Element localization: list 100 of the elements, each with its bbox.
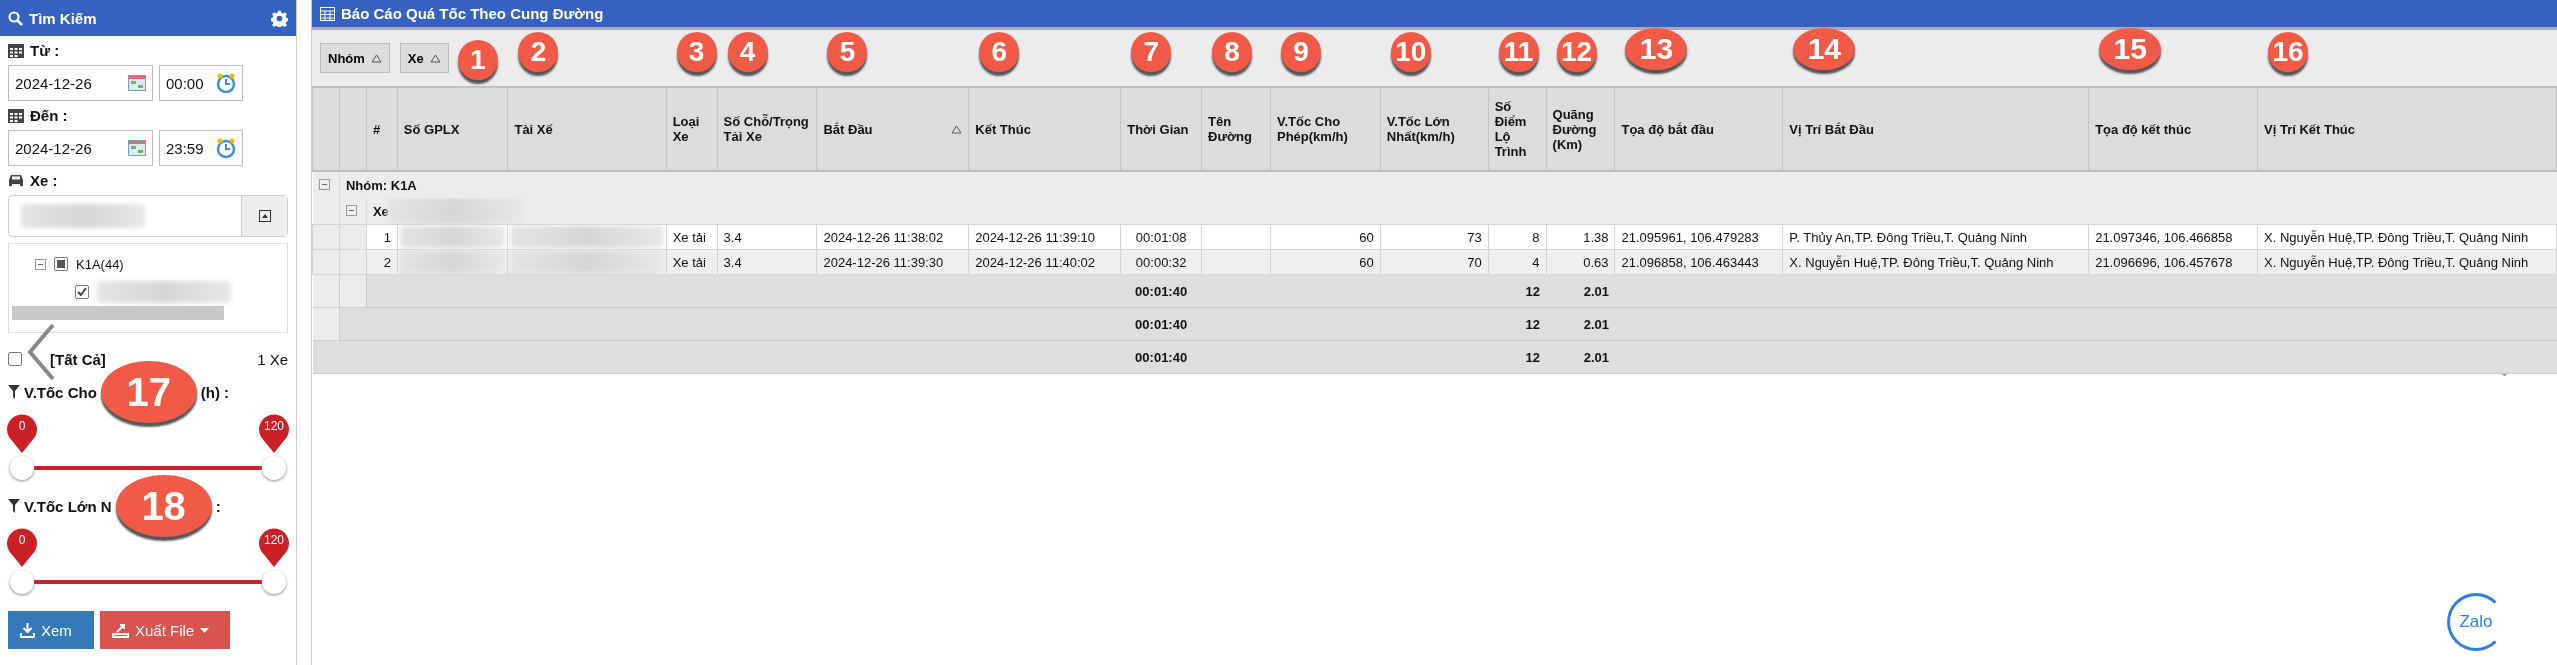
column-header[interactable]: Số GPLX <box>403 121 460 137</box>
table-cell: X. Nguyễn Huệ,TP. Đông Triều,T. Quảng Ninh <box>2257 224 2557 250</box>
summary-cell: 12 <box>1488 274 1547 308</box>
table-cell: 70 <box>1380 249 1489 275</box>
column-header[interactable]: Vị Trí Kết Thúc <box>2264 121 2356 137</box>
table-cell: 3.4 <box>717 249 817 275</box>
table-cell: 8 <box>1488 224 1547 250</box>
table-cell: 60 <box>1270 224 1381 250</box>
summary-cell: 2.01 <box>1546 274 1615 308</box>
car-icon <box>8 173 24 188</box>
group-label: Nhóm: K1A <box>345 177 418 193</box>
group-chip[interactable]: Xe <box>399 43 449 73</box>
table-cell: 1.38 <box>1546 224 1615 250</box>
value-pin <box>258 413 290 453</box>
pin-value: 0 <box>17 533 27 547</box>
collapse-button[interactable] <box>241 196 287 236</box>
export-button[interactable]: Xuất File <box>100 611 230 649</box>
time-field[interactable]: 00:00 <box>159 65 243 101</box>
summary-cell: 00:01:40 <box>1120 307 1202 341</box>
number-marker: 18 <box>115 475 212 537</box>
checkbox[interactable] <box>54 257 68 271</box>
vehicle-count: 1 Xe <box>257 350 288 368</box>
slider-label: V.Tốc Lớn N <box>24 497 112 515</box>
summary-cell: 2.01 <box>1546 307 1615 341</box>
column-header[interactable]: Tọa độ bắt đầu <box>1621 121 1714 137</box>
summary-cell: 12 <box>1488 340 1547 374</box>
slider-thumb[interactable] <box>10 570 34 594</box>
pin-value: 120 <box>263 419 285 433</box>
collapse-icon[interactable] <box>318 178 330 190</box>
slider-thumb[interactable] <box>10 456 34 480</box>
slider-thumb[interactable] <box>262 570 286 594</box>
value-pin <box>6 527 38 567</box>
column-header[interactable]: Kết Thúc <box>975 121 1031 137</box>
checkbox[interactable] <box>75 285 89 299</box>
table-cell: 21.096696, 106.457678 <box>2088 249 2258 275</box>
export-icon <box>112 622 129 638</box>
date-field[interactable]: 2024-12-26 <box>8 65 153 101</box>
collapse-icon[interactable] <box>345 204 357 216</box>
search-icon <box>8 10 23 26</box>
sort-icon[interactable] <box>429 53 441 63</box>
table-cell: 21.095961, 106.479283 <box>1614 224 1783 250</box>
field-label: Đến : <box>30 107 68 124</box>
slider-label: (h) : <box>200 383 230 401</box>
group-chip[interactable]: Nhóm <box>320 43 390 73</box>
sort-icon[interactable] <box>951 124 963 134</box>
table-cell: 00:00:32 <box>1120 249 1202 275</box>
column-header[interactable]: Thời Gian <box>1127 121 1189 137</box>
slider-label: : <box>215 497 221 515</box>
collapse-icon[interactable] <box>35 258 46 270</box>
table-cell: 21.096858, 106.463443 <box>1614 249 1783 275</box>
field-label: Từ : <box>30 42 60 59</box>
column-header[interactable]: Vị Trí Bắt Đầu <box>1789 121 1874 137</box>
sort-icon[interactable] <box>370 53 382 63</box>
table-cell: 2024-12-26 11:39:10 <box>968 224 1121 250</box>
report-title: Báo Cáo Quá Tốc Theo Cung Đường <box>341 5 604 22</box>
column-header[interactable]: Tài Xế <box>514 121 553 137</box>
download-icon <box>20 622 35 638</box>
table-cell: 1 <box>366 224 398 250</box>
calendar-icon <box>8 108 24 123</box>
alarm-clock-icon <box>216 138 236 158</box>
slider-thumb[interactable] <box>262 456 286 480</box>
table-cell: 3.4 <box>717 224 817 250</box>
table-cell: 2024-12-26 11:38:02 <box>816 224 969 250</box>
filter-icon <box>8 499 20 513</box>
table-icon <box>320 6 335 21</box>
summary-cell: 00:01:40 <box>1120 340 1202 374</box>
caret-up-icon <box>258 210 271 222</box>
table-cell: 00:01:08 <box>1120 224 1202 250</box>
summary-cell: 2.01 <box>1546 340 1615 374</box>
view-button[interactable]: Xem <box>8 611 94 649</box>
table-cell: X. Nguyễn Huệ,TP. Đông Triều,T. Quảng Ninh <box>1782 249 2089 275</box>
calendar-icon <box>128 75 146 91</box>
summary-cell: 00:01:40 <box>1120 274 1202 308</box>
calendar-icon <box>128 140 146 156</box>
table-cell: 73 <box>1380 224 1489 250</box>
column-header[interactable]: Tọa độ kết thúc <box>2095 121 2192 137</box>
pin-value: 120 <box>263 533 285 547</box>
table-cell: 2024-12-26 11:40:02 <box>968 249 1121 275</box>
column-header[interactable]: # <box>372 121 381 137</box>
scrollbar[interactable] <box>12 306 224 320</box>
tree-item[interactable]: K1A(44) <box>76 256 124 272</box>
field-label: Xe : <box>30 172 58 189</box>
slider-label: V.Tốc Cho <box>24 383 97 401</box>
alarm-clock-icon <box>216 73 236 93</box>
table-cell: Xe tải <box>666 224 718 250</box>
table-cell: X. Nguyễn Huệ,TP. Đông Triều,T. Quảng Ninh <box>2257 249 2557 275</box>
calendar-icon <box>8 43 24 58</box>
table-cell: P. Thủy An,TP. Đông Triều,T. Quảng Ninh <box>1782 224 2089 250</box>
time-field[interactable]: 23:59 <box>159 130 243 166</box>
caret-down-icon <box>200 627 210 633</box>
pin-value: 0 <box>17 419 27 433</box>
date-field[interactable]: 2024-12-26 <box>8 130 153 166</box>
settings-icon[interactable] <box>271 9 288 27</box>
table-cell: 60 <box>1270 249 1381 275</box>
table-cell: 21.097346, 106.466858 <box>2088 224 2258 250</box>
checkbox[interactable] <box>8 352 22 366</box>
summary-cell: 12 <box>1488 307 1547 341</box>
group-label: Xe <box>372 203 389 219</box>
column-header[interactable]: Bắt Đầu <box>823 121 873 137</box>
value-pin <box>6 413 38 453</box>
